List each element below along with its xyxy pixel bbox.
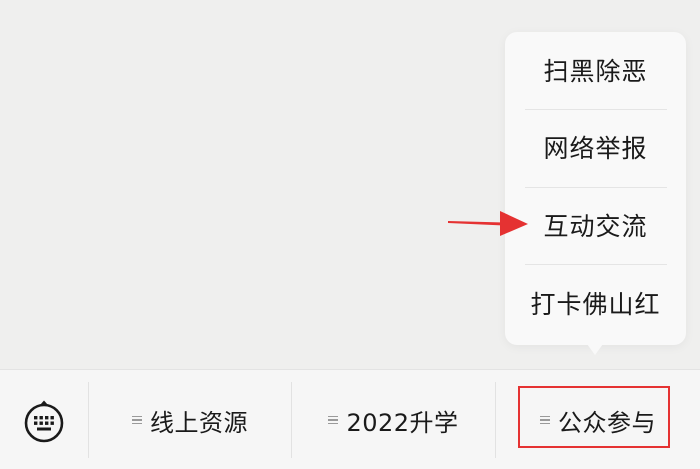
- menu-item-label: 扫黑除恶: [543, 57, 648, 86]
- tab-online-resources[interactable]: 线上资源: [89, 370, 291, 469]
- tab-2022-admission[interactable]: 2022升学: [292, 370, 495, 469]
- popup-pointer: [587, 344, 603, 355]
- menu-lines-icon: [132, 414, 142, 426]
- submenu-popup: 扫黑除恶 网络举报 互动交流 打卡佛山红: [505, 32, 686, 345]
- menu-lines-icon: [540, 414, 550, 426]
- tab-public-participation[interactable]: 公众参与: [496, 370, 700, 469]
- keyboard-icon[interactable]: [22, 399, 66, 443]
- menu-item-label: 互动交流: [543, 212, 648, 241]
- menu-item-label: 网络举报: [543, 134, 648, 163]
- menu-item-wangluo-jubao[interactable]: 网络举报: [505, 109, 686, 185]
- annotation-arrow-icon: [448, 211, 528, 236]
- tab-label: 公众参与: [558, 408, 656, 437]
- menu-item-label: 打卡佛山红: [530, 290, 661, 319]
- tab-label: 2022升学: [346, 408, 459, 437]
- menu-item-daka-foshanhong[interactable]: 打卡佛山红: [505, 265, 686, 341]
- tab-label: 线上资源: [150, 408, 248, 437]
- bottom-menu-bar: 线上资源 2022升学 公众参与: [0, 369, 700, 469]
- menu-lines-icon: [328, 414, 339, 426]
- menu-item-saohei-chue[interactable]: 扫黑除恶: [505, 32, 686, 108]
- menu-item-hudong-jiaoliu[interactable]: 互动交流: [505, 187, 686, 263]
